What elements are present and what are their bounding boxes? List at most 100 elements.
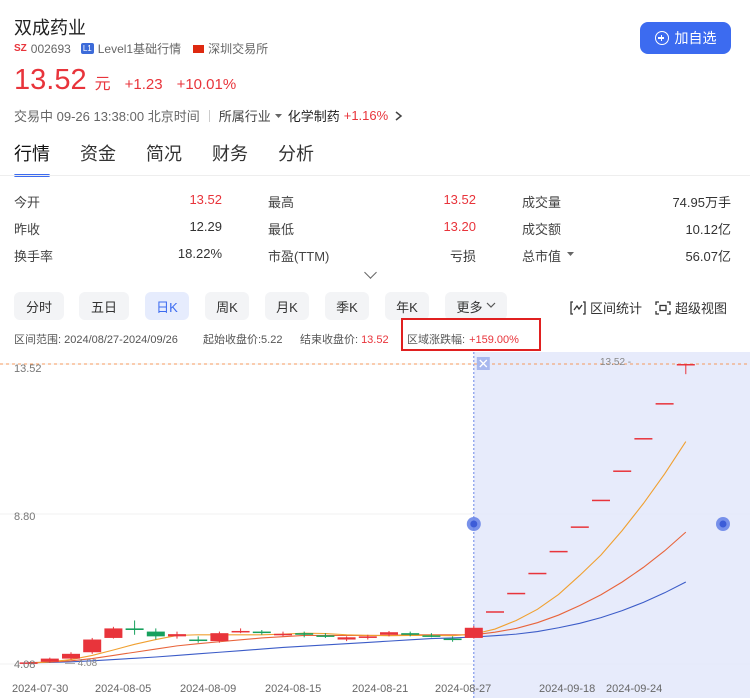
end-close: 结束收盘价: 13.52 — [300, 331, 389, 347]
candle-body — [676, 364, 695, 366]
low-price-label: — 4.08 — [65, 658, 98, 669]
super-view-icon — [655, 300, 671, 315]
period-quarterly[interactable]: 季K — [325, 292, 369, 320]
start-close: 起始收盘价:5.22 — [203, 334, 283, 346]
candle-body — [507, 592, 526, 595]
candle-body — [592, 499, 610, 502]
current-price: 13.52 — [14, 64, 87, 96]
candle-body — [146, 631, 165, 637]
period-weekly[interactable]: 周K — [205, 292, 249, 320]
caret-down-icon — [274, 113, 282, 118]
caret-down-icon[interactable] — [567, 250, 575, 258]
tab-finance[interactable]: 财务 — [212, 140, 248, 172]
exchange-name: 深圳交易所 — [208, 42, 269, 56]
candle-body — [549, 550, 568, 553]
x-axis-label: 2024-08-15 — [265, 683, 321, 695]
candle-body — [104, 628, 123, 638]
market-tag: SZ — [14, 43, 27, 54]
candle-body — [401, 633, 420, 635]
status-row: 交易中 09-26 13:38:00 北京时间 所属行业 化学制药 +1.16% — [14, 106, 404, 125]
range-stats-tool[interactable]: 区间统计 — [570, 298, 642, 317]
period-monthly[interactable]: 月K — [265, 292, 309, 320]
plus-circle-icon — [654, 31, 669, 45]
stat-value: 12.29 — [189, 219, 222, 234]
stat-label: 最低 — [268, 222, 295, 237]
candle-body — [189, 639, 208, 642]
range-stats-icon — [570, 300, 586, 315]
china-flag-icon — [193, 44, 205, 53]
stock-code: 002693 — [30, 41, 71, 56]
price-change: +1.23 — [124, 76, 163, 93]
highlight-box — [401, 318, 541, 351]
range-drag-handle-dot — [470, 520, 478, 528]
stat-value: 10.12亿 — [685, 222, 731, 237]
stat-label: 换手率 — [14, 249, 54, 264]
price-row: 13.52 元 +1.23 +10.01% — [14, 64, 236, 97]
industry-name[interactable]: 化学制药 — [288, 106, 340, 125]
range-dates: 区间范围: 2024/08/27-2024/09/26 — [14, 334, 178, 346]
x-axis-label: 2024-08-27 — [435, 683, 491, 695]
stat-value: 13.20 — [443, 219, 476, 234]
x-axis-label: 2024-09-24 — [606, 683, 662, 695]
stock-code-row: SZ 002693 L1 Level1基础行情 深圳交易所 — [14, 40, 268, 57]
candle-body — [634, 438, 653, 440]
candle-body — [231, 630, 250, 633]
candle-body — [210, 633, 229, 642]
price-change-pct: +10.01% — [176, 76, 237, 93]
range-stats-label: 区间统计 — [590, 301, 643, 316]
stat-label: 成交量 — [522, 195, 562, 210]
period-5day[interactable]: 五日 — [79, 292, 129, 320]
tab-analysis[interactable]: 分析 — [278, 140, 314, 172]
tabs-divider — [0, 175, 750, 176]
stat-label: 总市值 — [522, 249, 562, 264]
y-axis-label: 8.80 — [14, 511, 35, 523]
candle-body — [295, 633, 314, 635]
candle-body — [528, 572, 547, 575]
stat-value: 18.22% — [177, 246, 222, 261]
range-selection-area — [473, 352, 750, 698]
candle-body — [358, 636, 377, 638]
candle-body — [464, 627, 483, 638]
period-yearly[interactable]: 年K — [385, 292, 429, 320]
stat-value: 亏损 — [449, 249, 476, 264]
divider — [208, 109, 210, 122]
main-tabs: 行情 资金 简况 财务 分析 — [14, 140, 314, 177]
add-watchlist-label: 加自选 — [674, 30, 717, 46]
super-view-tool[interactable]: 超级视图 — [655, 298, 727, 317]
high-price-label: 13.52 - — [600, 357, 631, 368]
price-unit: 元 — [94, 76, 111, 93]
candle-body — [40, 658, 59, 662]
stock-name: 双成药业 — [14, 18, 86, 38]
x-axis-label: 2024-08-05 — [95, 683, 151, 695]
candle-body — [486, 611, 504, 613]
level-badge: L1 — [80, 43, 94, 54]
stat-label: 最高 — [268, 195, 295, 210]
stat-value: 13.52 — [189, 192, 222, 207]
x-axis-label: 2024-09-18 — [539, 683, 595, 695]
end-close-label: 结束收盘价: — [300, 334, 359, 346]
industry-change: +1.16% — [343, 108, 389, 123]
period-intraday[interactable]: 分时 — [14, 292, 64, 320]
tab-funds[interactable]: 资金 — [80, 140, 116, 172]
expand-chevron-icon[interactable] — [364, 266, 377, 279]
level-text: Level1基础行情 — [97, 42, 182, 56]
chevron-right-icon[interactable] — [394, 110, 404, 122]
kline-chart[interactable]: 13.52 8.80 4.08 2024-07-30 2024-08-05 2024-08… — [0, 352, 750, 698]
candle-body — [613, 470, 632, 472]
period-daily[interactable]: 日K — [145, 292, 189, 320]
add-watchlist-button[interactable]: 加自选 — [640, 22, 731, 54]
stat-label: 成交额 — [522, 222, 562, 237]
candle-body — [380, 632, 398, 635]
candle-body — [83, 639, 102, 653]
stat-label: 市盈(TTM) — [268, 249, 330, 264]
candle-body — [168, 634, 186, 637]
candle-body — [316, 635, 335, 637]
tab-quote[interactable]: 行情 — [14, 140, 50, 177]
chevron-down-icon — [486, 302, 495, 308]
tab-profile[interactable]: 简况 — [146, 140, 182, 172]
period-more[interactable]: 更多 — [445, 292, 507, 320]
candle-body — [252, 631, 271, 634]
candle-body — [570, 526, 589, 528]
trading-status: 交易中 09-26 13:38:00 北京时间 — [14, 109, 200, 124]
stat-value: 74.95万手 — [672, 195, 731, 210]
